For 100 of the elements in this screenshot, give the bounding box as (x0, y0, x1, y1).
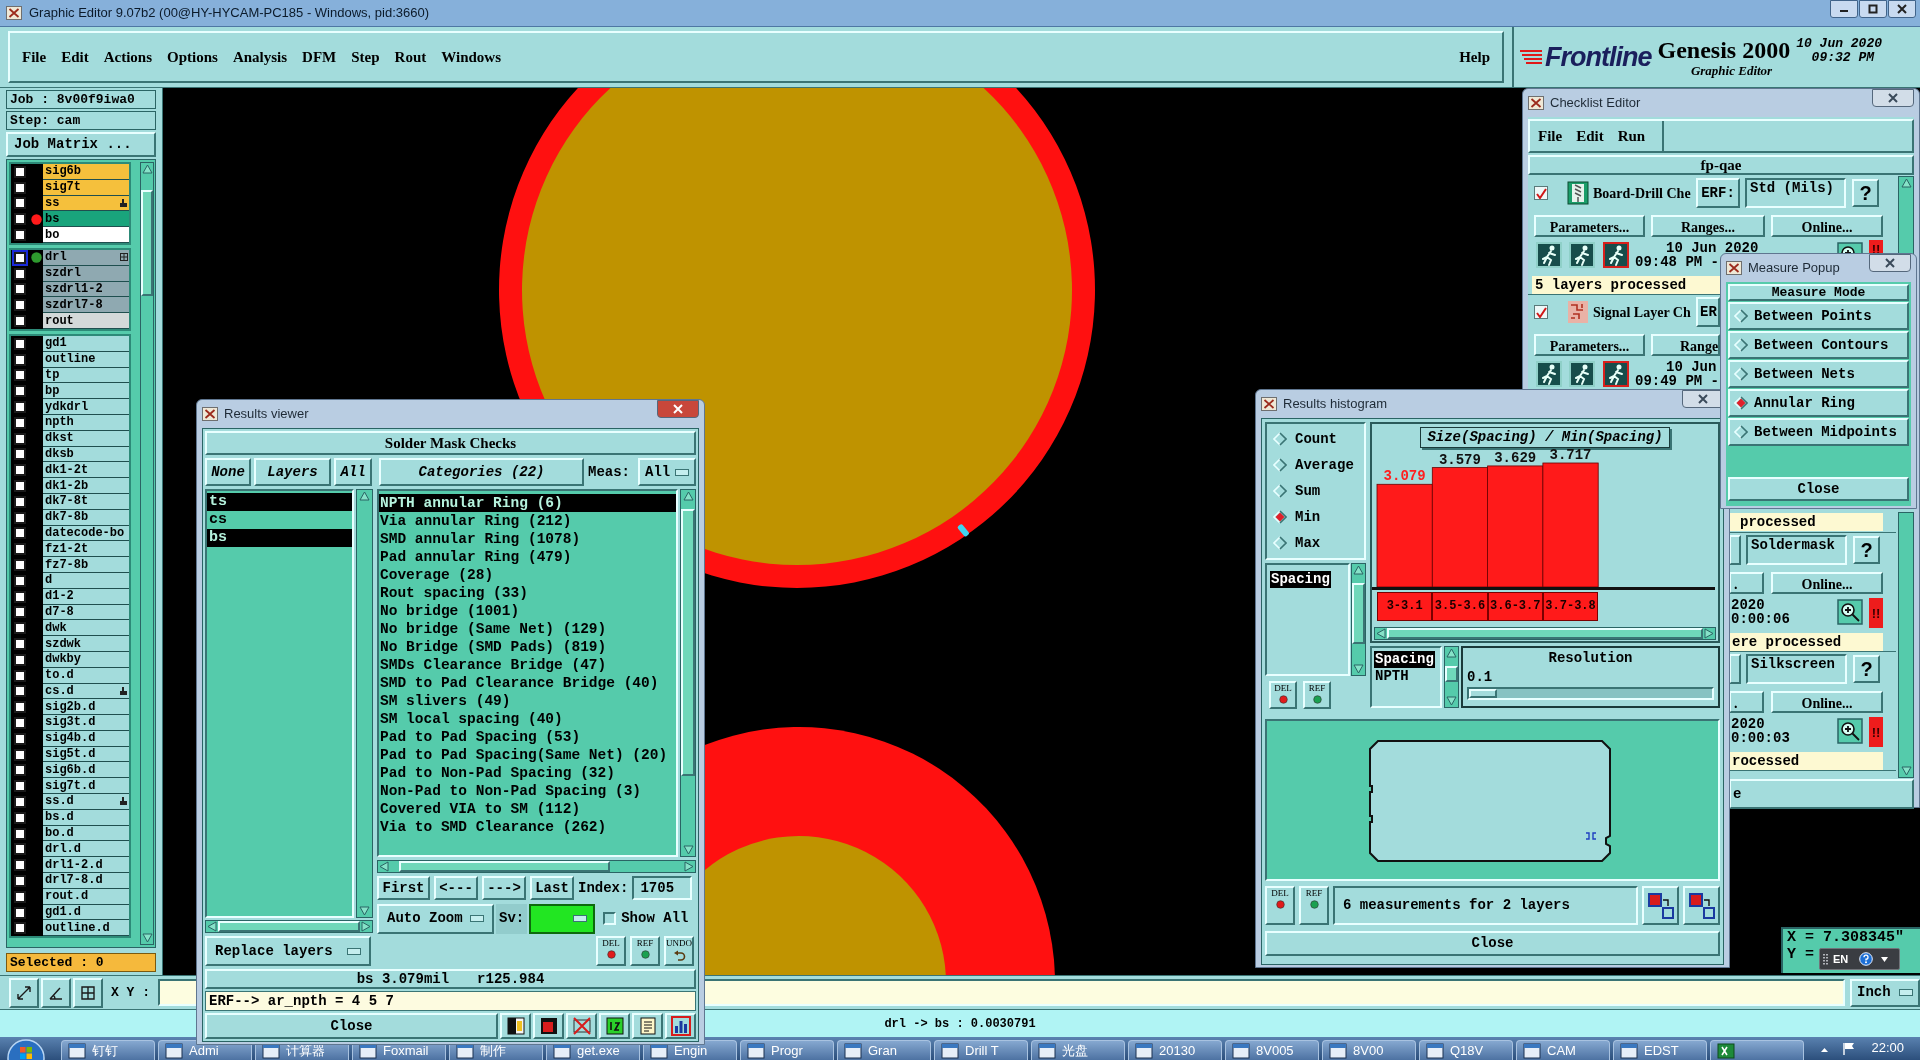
tool-button[interactable] (1683, 886, 1720, 925)
layer-checkbox[interactable] (14, 480, 26, 493)
category-list-item[interactable]: No Bridge (SMD Pads) (819) (379, 638, 676, 656)
layer-item[interactable]: drl1-2.d (43, 857, 129, 874)
layer-checkbox[interactable] (14, 748, 26, 761)
layer-checkbox[interactable] (14, 165, 26, 178)
radio-option[interactable]: Between Points (1728, 302, 1909, 330)
radio-option[interactable]: Between Nets (1728, 360, 1909, 388)
layer-checkbox[interactable] (14, 448, 26, 461)
layer-checkbox[interactable] (14, 843, 26, 856)
nav-button[interactable]: <--- (434, 876, 478, 900)
layer-checkbox[interactable] (14, 764, 26, 777)
histogram-bar[interactable] (1487, 465, 1544, 588)
layer-checkbox[interactable] (14, 859, 26, 872)
scrollbar-thumb[interactable] (1445, 666, 1458, 683)
vertical-scrollbar[interactable] (680, 489, 696, 857)
category-list-item[interactable]: Via annular Ring (212) (379, 512, 676, 530)
layer-checkbox[interactable] (14, 559, 26, 571)
list-item[interactable]: Spacing (1270, 571, 1331, 588)
layer-checkbox[interactable] (14, 527, 26, 540)
category-list-item[interactable]: Pad to Pad Spacing (53) (379, 728, 676, 746)
check-button[interactable]: Parameters... (1534, 215, 1645, 237)
layer-item[interactable]: sig3t.d (43, 715, 129, 731)
menu-item[interactable]: Windows (441, 45, 501, 69)
zoom-in-icon[interactable] (1837, 718, 1863, 744)
scrollbar-thumb[interactable] (141, 190, 153, 297)
running-figure-icon[interactable] (1569, 242, 1595, 268)
menu-item[interactable]: Step (351, 45, 380, 69)
layer-list-item[interactable]: cs (207, 511, 352, 529)
menu-item[interactable]: Options (167, 45, 218, 69)
tool-button[interactable] (533, 1013, 564, 1039)
delete-button[interactable]: DEL (1265, 886, 1295, 925)
radio-option[interactable]: Count (1273, 428, 1364, 450)
layer-item[interactable]: sig7t.d (43, 778, 129, 795)
erf-button[interactable]: ER (1696, 297, 1720, 327)
histogram-bar[interactable] (1376, 483, 1433, 588)
category-list-item[interactable]: Pad to Pad Spacing(Same Net) (20) (379, 746, 676, 764)
erf-field[interactable]: Silkscreen (1746, 654, 1847, 684)
taskbar-button[interactable]: 钉钉 (61, 1040, 155, 1060)
ref-button[interactable]: REF (1299, 886, 1329, 925)
layer-item[interactable]: dk1-2b (43, 478, 129, 494)
layer-checkbox[interactable] (14, 590, 26, 603)
horizontal-scrollbar[interactable] (1374, 627, 1716, 640)
menu-item[interactable]: Help (1459, 45, 1490, 69)
delete-button[interactable]: DEL (596, 936, 626, 966)
radio-option[interactable]: Annular Ring (1728, 389, 1909, 417)
layer-checkbox[interactable] (14, 464, 26, 477)
layer-item[interactable]: drl.d (43, 841, 129, 858)
layer-item[interactable]: dwk (43, 620, 129, 637)
layer-checkbox[interactable] (14, 511, 26, 524)
layer-checkbox[interactable] (14, 213, 26, 226)
layer-checkbox[interactable] (14, 197, 26, 210)
check-button[interactable]: . (1729, 691, 1764, 713)
taskbar-button[interactable]: Drill T (934, 1040, 1028, 1060)
close-button[interactable] (1869, 254, 1911, 272)
radio-option[interactable]: Between Contours (1728, 331, 1909, 359)
start-button[interactable] (4, 1038, 48, 1060)
check-checkbox[interactable] (1534, 186, 1548, 200)
layer-checkbox[interactable] (14, 906, 26, 919)
close-button[interactable]: e (1729, 779, 1914, 809)
category-list-item[interactable]: Via to SMD Clearance (262) (379, 818, 676, 836)
minimize-button[interactable] (1830, 0, 1858, 18)
help-button[interactable]: ? (1852, 179, 1879, 207)
resolution-slider[interactable] (1467, 687, 1714, 700)
layer-checkbox[interactable] (14, 890, 26, 903)
layer-item[interactable]: bo (43, 227, 129, 243)
layer-item[interactable]: drl (43, 250, 129, 266)
category-list-item[interactable]: No bridge (Same Net) (129) (379, 620, 676, 638)
tool-button[interactable] (665, 1013, 696, 1039)
category-list-item[interactable]: Non-Pad to Non-Pad Spacing (3) (379, 782, 676, 800)
menu-item[interactable]: Run (1617, 124, 1646, 148)
vertical-scrollbar[interactable] (1898, 512, 1914, 778)
scrollbar-thumb[interactable] (218, 921, 360, 932)
layer-checkbox[interactable] (14, 369, 26, 382)
category-list-item[interactable]: No bridge (1001) (379, 602, 676, 620)
units-dropdown[interactable]: Inch (1850, 978, 1920, 1007)
menu-item[interactable]: Analysis (232, 45, 288, 69)
taskbar-button[interactable]: CAM (1516, 1040, 1610, 1060)
scrollbar-thumb[interactable] (1387, 628, 1703, 639)
language-bar[interactable]: EN (1819, 948, 1900, 970)
layer-checkbox[interactable] (14, 401, 26, 414)
close-button[interactable] (657, 400, 699, 418)
layer-checkbox[interactable] (14, 315, 26, 328)
running-figure-icon[interactable] (1536, 242, 1562, 268)
filter-button[interactable]: All (334, 458, 372, 486)
layer-item[interactable]: bp (43, 383, 129, 400)
layer-item[interactable]: outline.d (43, 920, 129, 937)
radio-option[interactable]: Average (1273, 454, 1364, 476)
layer-item[interactable]: sig6b (43, 164, 129, 180)
tool-button[interactable] (9, 977, 39, 1008)
erf-button[interactable]: ERF: (1696, 178, 1740, 208)
category-list-item[interactable]: SMDs Clearance Bridge (47) (379, 656, 676, 674)
meas-dropdown[interactable]: All (638, 458, 696, 486)
layer-checkbox[interactable] (14, 922, 26, 935)
layer-checkbox[interactable] (14, 780, 26, 793)
horizontal-scrollbar[interactable] (205, 920, 373, 933)
layer-checkbox[interactable] (14, 701, 26, 714)
layer-item[interactable]: szdwk (43, 636, 129, 652)
layer-checkbox[interactable] (14, 337, 26, 350)
severity-dropdown[interactable] (529, 903, 596, 934)
